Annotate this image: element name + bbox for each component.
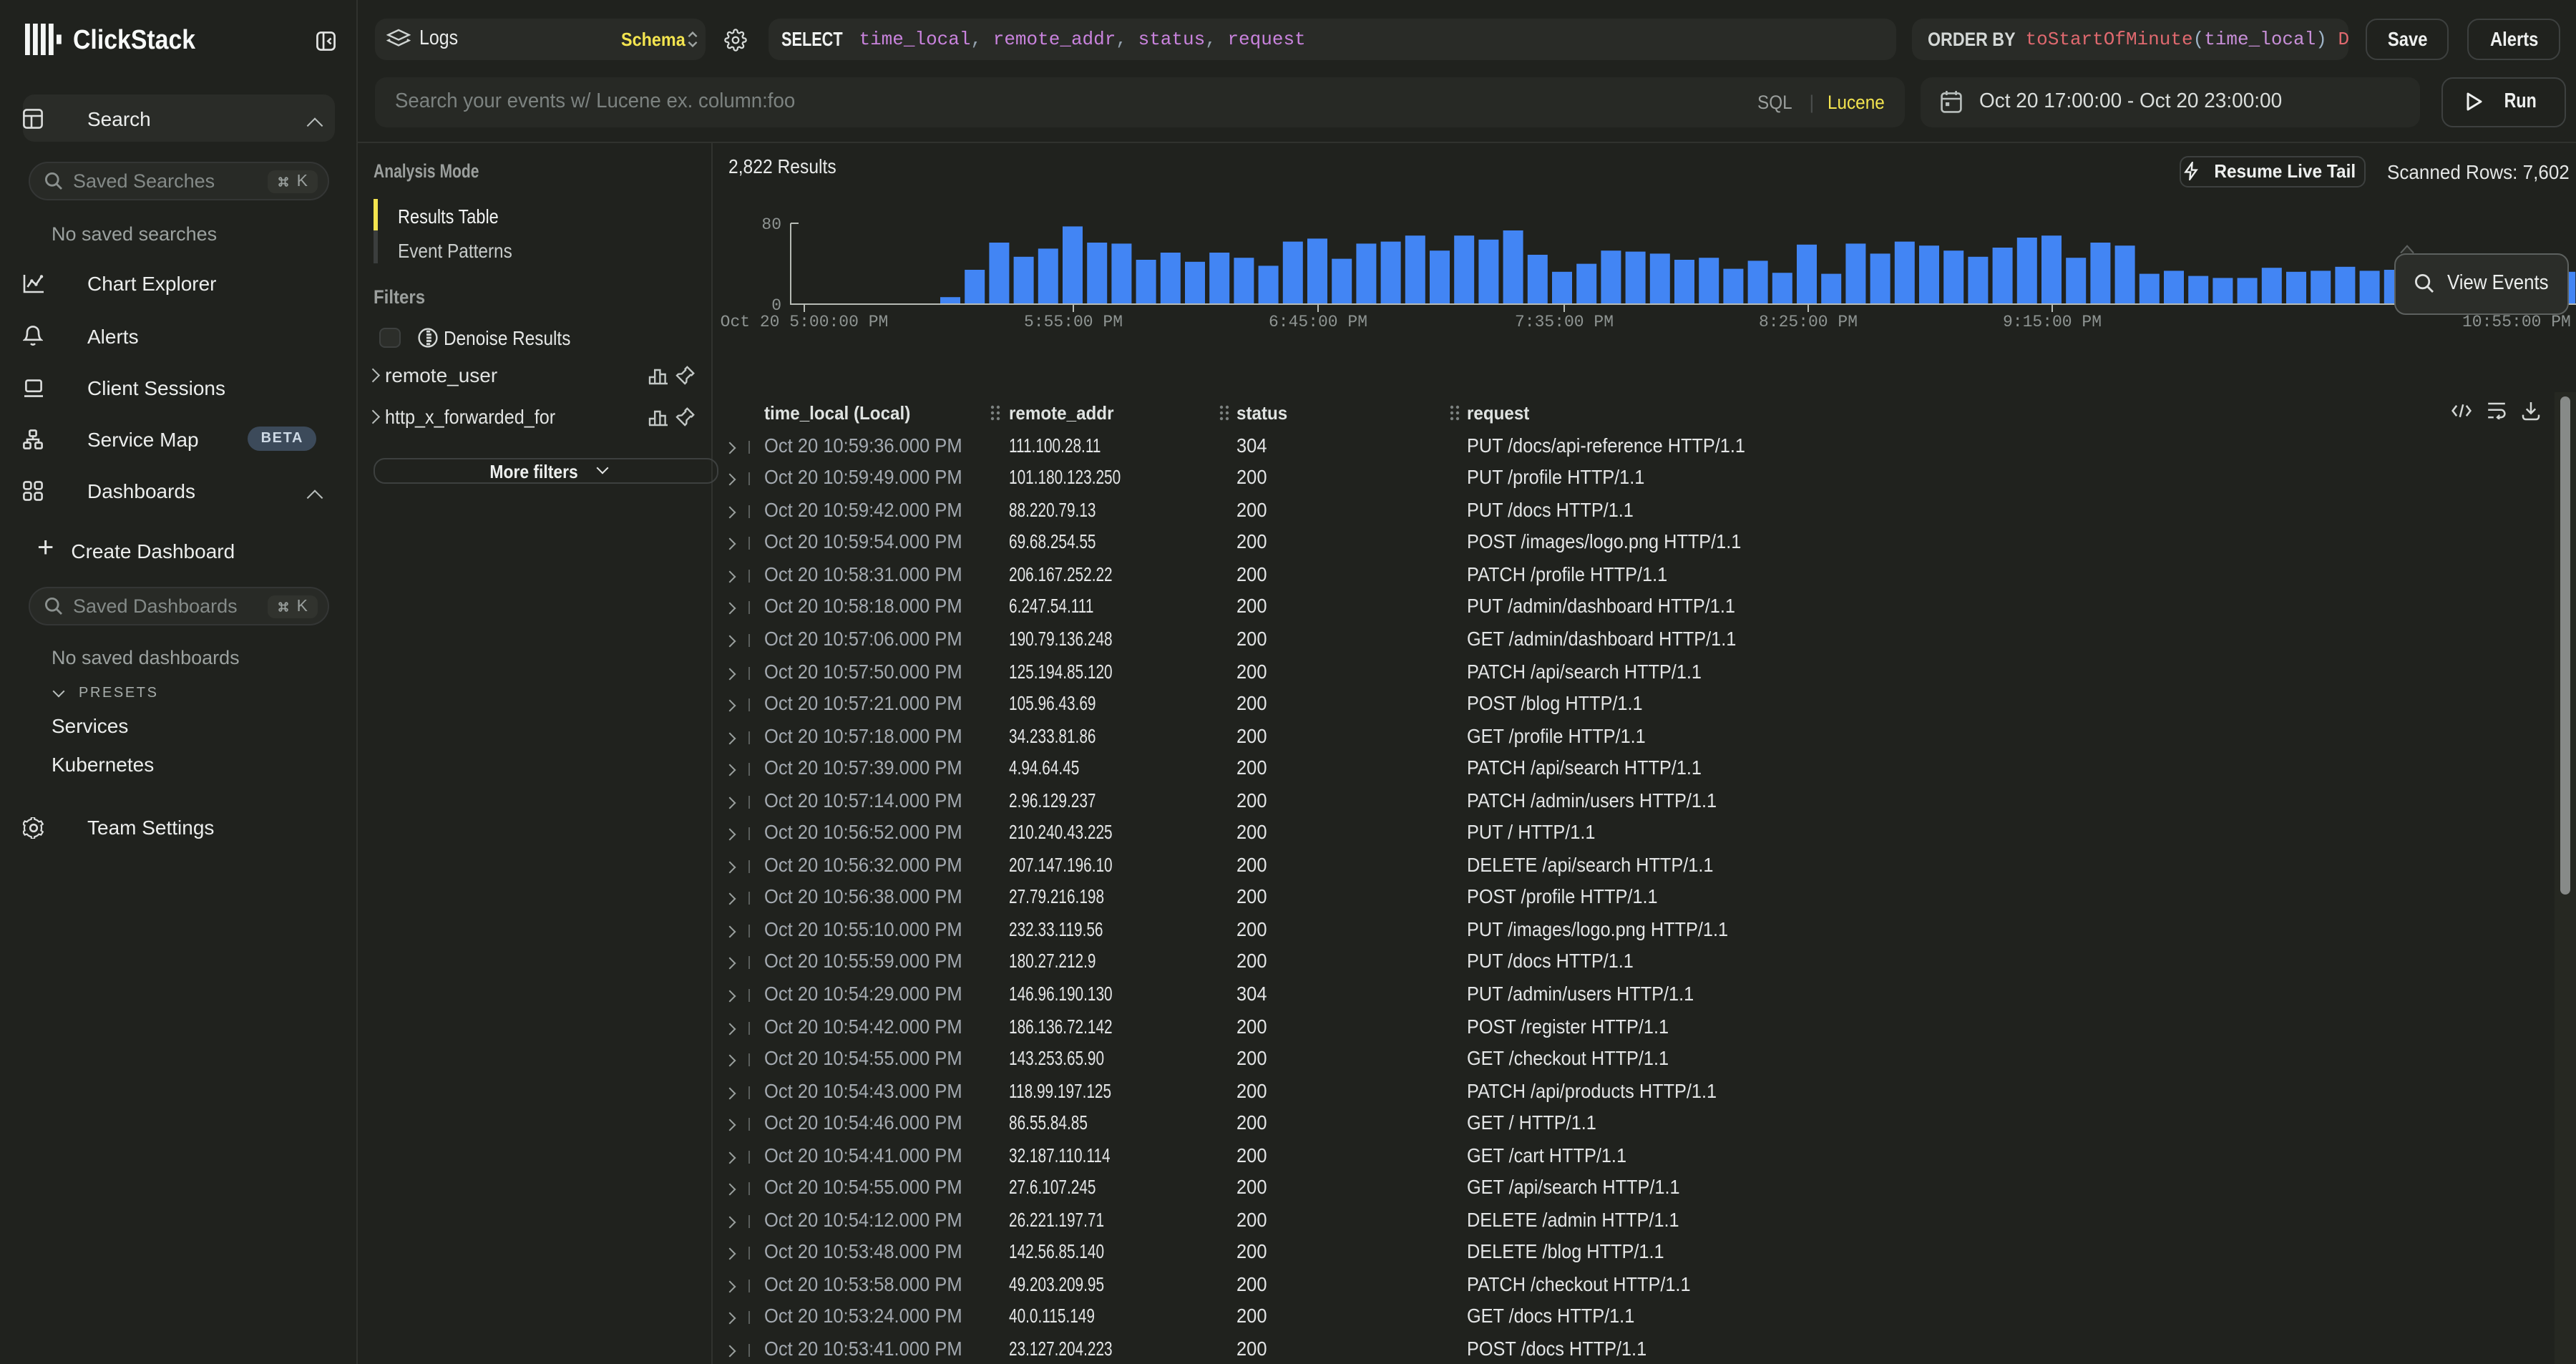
svg-text:8:25:00 PM: 8:25:00 PM bbox=[1759, 313, 1858, 331]
svg-text:Oct 20 5:00:00 PM: Oct 20 5:00:00 PM bbox=[721, 313, 889, 331]
svg-text:5:55:00 PM: 5:55:00 PM bbox=[1024, 313, 1123, 331]
svg-text:6:45:00 PM: 6:45:00 PM bbox=[1269, 313, 1367, 331]
svg-text:7:35:00 PM: 7:35:00 PM bbox=[1515, 313, 1614, 331]
svg-text:10:55:00 PM: 10:55:00 PM bbox=[2462, 313, 2571, 331]
svg-text:9:15:00 PM: 9:15:00 PM bbox=[2003, 313, 2102, 331]
svg-text:80: 80 bbox=[761, 215, 781, 234]
